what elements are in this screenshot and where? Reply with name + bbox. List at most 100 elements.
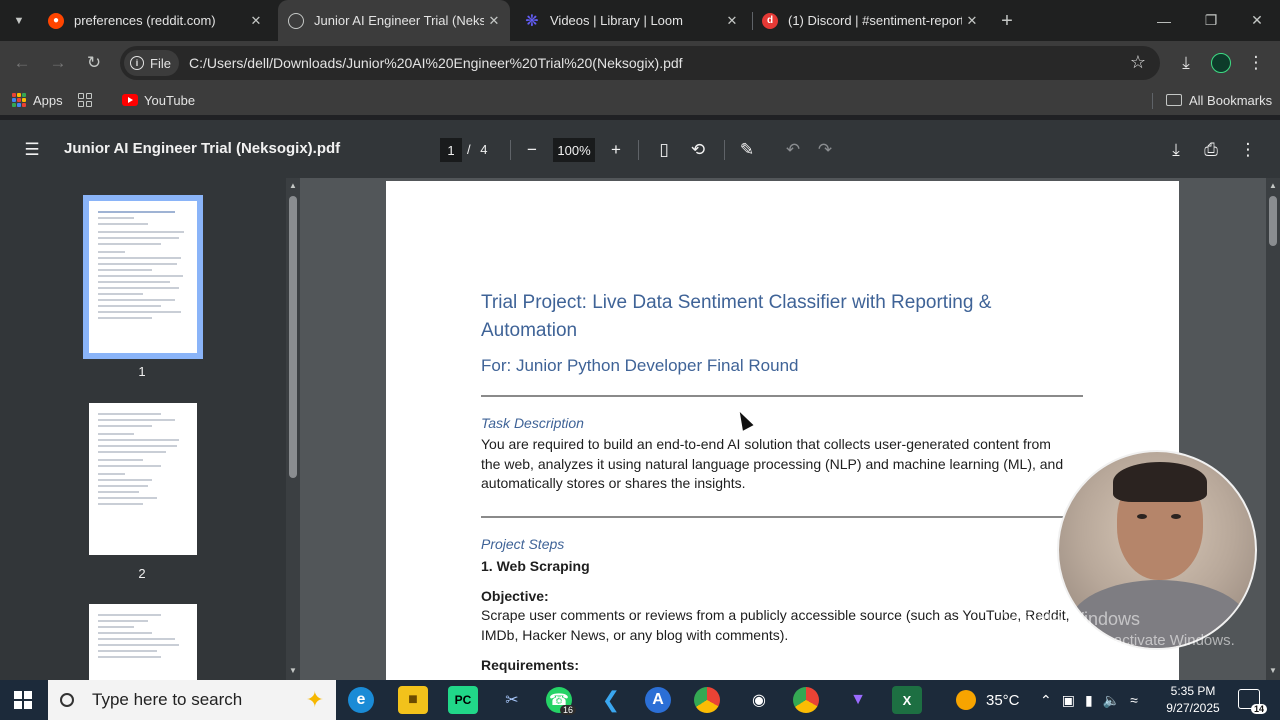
scroll-down-icon[interactable]: ▼ <box>1269 666 1277 675</box>
tab-strip: ▼ ● preferences (reddit.com) ✕ Junior AI… <box>0 0 1280 41</box>
clock-date: 9/27/2025 <box>1166 701 1220 715</box>
bookmark-apps-label: Apps <box>33 92 63 108</box>
scroll-up-icon[interactable]: ▲ <box>289 181 297 190</box>
webcam-hair <box>1113 462 1207 502</box>
more-options-icon[interactable]: ⋮ <box>1235 137 1261 163</box>
close-icon[interactable]: ✕ <box>962 13 982 29</box>
chevron-up-icon[interactable]: ⌃ <box>1040 692 1052 709</box>
page-separator: / <box>467 142 471 157</box>
tab-reddit[interactable]: ● preferences (reddit.com) ✕ <box>40 0 272 41</box>
weather-widget[interactable]: 35°C <box>956 680 1020 720</box>
annotate-pen-icon[interactable]: ✎ <box>734 137 760 163</box>
clock[interactable]: 5:35 PM 9/27/2025 <box>1160 683 1226 717</box>
chrome-icon[interactable] <box>694 687 720 713</box>
thumbnail-page-2[interactable] <box>89 403 197 555</box>
obs-icon[interactable]: ◉ <box>744 686 774 714</box>
app-store-icon[interactable]: A <box>645 687 671 713</box>
close-window-button[interactable]: ✕ <box>1234 0 1280 41</box>
battery-icon[interactable]: ▮ <box>1085 692 1093 709</box>
excel-icon[interactable]: X <box>892 686 922 714</box>
zoom-in-icon[interactable]: + <box>603 137 629 163</box>
zoom-out-icon[interactable]: − <box>519 137 545 163</box>
windows-start-icon[interactable] <box>14 691 32 709</box>
watermark-line: Activate Windows <box>998 609 1141 629</box>
minimize-button[interactable]: — <box>1141 0 1187 41</box>
info-icon: i <box>130 56 144 70</box>
bookmark-youtube[interactable]: YouTube <box>122 91 195 109</box>
menu-kebab-icon[interactable]: ⋮ <box>1243 50 1269 76</box>
download-icon[interactable]: ⤓ <box>1163 137 1189 163</box>
system-tray[interactable]: ⌃ ▣ ▮ 🔈 ≈ <box>1040 680 1138 720</box>
clock-time: 5:35 PM <box>1170 684 1216 698</box>
notification-icon[interactable]: 14 <box>1238 689 1267 714</box>
zoom-input[interactable]: 100% <box>553 138 595 162</box>
scrollbar-thumb[interactable] <box>289 196 297 478</box>
thumbnail-page-3[interactable] <box>89 604 197 680</box>
close-icon[interactable]: ✕ <box>246 13 266 29</box>
page-number-input[interactable]: 1 <box>440 138 462 162</box>
tab-loom[interactable]: ❋ Videos | Library | Loom ✕ <box>516 0 748 41</box>
thumbnail-scrollbar[interactable]: ▲ ▼ <box>286 178 300 680</box>
apps-grid-icon <box>12 93 26 107</box>
address-bar[interactable]: i File C:/Users/dell/Downloads/Junior%20… <box>120 46 1160 80</box>
reddit-icon: ● <box>48 12 64 29</box>
tab-title: preferences (reddit.com) <box>74 13 216 28</box>
document-scrollbar[interactable]: ▲ ▼ <box>1266 178 1280 680</box>
section-heading: Project Steps <box>481 536 565 552</box>
close-icon[interactable]: ✕ <box>484 13 504 29</box>
tab-separator <box>752 12 753 30</box>
tab-search-button[interactable]: ▼ <box>6 8 32 34</box>
file-explorer-icon[interactable]: ■ <box>398 686 428 714</box>
taskbar-search[interactable]: Type here to search ✦ <box>48 680 336 720</box>
rotate-icon[interactable]: ⟲ <box>685 137 711 163</box>
sidebar-menu-icon[interactable]: ☰ <box>19 137 45 163</box>
profile-avatar[interactable] <box>1208 50 1234 76</box>
bookmark-star-icon[interactable]: ☆ <box>1130 52 1146 73</box>
fit-page-icon[interactable]: ▯ <box>651 137 677 163</box>
divider <box>481 516 1083 518</box>
vpn-icon[interactable]: ▼ <box>843 686 873 714</box>
thumbnail-label: 1 <box>138 364 146 379</box>
bookmark-apps[interactable]: Apps <box>12 91 63 109</box>
chrome-profile-icon[interactable] <box>793 687 819 713</box>
new-tab-button[interactable]: + <box>994 8 1020 34</box>
vscode-icon[interactable]: ❮ <box>596 686 626 714</box>
tab-pdf[interactable]: Junior AI Engineer Trial (Neksogix).pdf … <box>278 0 510 41</box>
bookmark-tab-groups[interactable] <box>78 91 92 109</box>
download-icon[interactable]: ⤓ <box>1173 50 1199 76</box>
close-icon[interactable]: ✕ <box>722 13 742 29</box>
scroll-down-icon[interactable]: ▼ <box>289 666 297 675</box>
task-description-text: You are required to build an end-to-end … <box>481 436 1064 491</box>
whatsapp-badge: 16 <box>559 705 576 715</box>
search-placeholder: Type here to search <box>92 690 243 709</box>
tab-discord[interactable]: d (1) Discord | #sentiment-report ✕ <box>756 0 988 41</box>
whatsapp-icon[interactable]: ☎ 16 <box>546 687 576 715</box>
meet-icon[interactable]: ▣ <box>1062 692 1075 709</box>
back-button[interactable]: ← <box>8 49 36 77</box>
snipping-tool-icon[interactable]: ✂ <box>497 686 527 714</box>
reload-button[interactable]: ↻ <box>80 49 108 77</box>
site-info-chip[interactable]: i File <box>124 50 179 76</box>
toolbar-divider <box>510 140 511 160</box>
pdf-page: Trial Project: Live Data Sentiment Class… <box>386 181 1179 680</box>
tab-title: (1) Discord | #sentiment-report <box>788 13 962 28</box>
page-total: 4 <box>480 142 488 157</box>
edge-icon[interactable]: e <box>348 687 374 713</box>
thumbnail-page-1[interactable] <box>83 195 203 359</box>
sun-icon <box>956 690 976 710</box>
bookmarks-bar: Apps YouTube All Bookmarks <box>0 85 1280 115</box>
undo-icon[interactable]: ↶ <box>780 137 806 163</box>
step-heading: 1. Web Scraping <box>481 558 590 574</box>
scrollbar-thumb[interactable] <box>1269 196 1277 246</box>
sparkle-icon: ✦ <box>305 687 324 712</box>
tab-groups-icon <box>78 93 92 107</box>
print-icon[interactable]: ⎙ <box>1198 137 1224 163</box>
pycharm-icon[interactable]: PC <box>448 686 478 714</box>
redo-icon[interactable]: ↷ <box>812 137 838 163</box>
wifi-icon[interactable]: ≈ <box>1130 692 1138 708</box>
scroll-up-icon[interactable]: ▲ <box>1269 181 1277 190</box>
all-bookmarks-button[interactable]: All Bookmarks <box>1166 91 1272 109</box>
volume-icon[interactable]: 🔈 <box>1103 692 1120 709</box>
restore-button[interactable]: ❐ <box>1188 0 1234 41</box>
forward-button[interactable]: → <box>44 49 72 77</box>
